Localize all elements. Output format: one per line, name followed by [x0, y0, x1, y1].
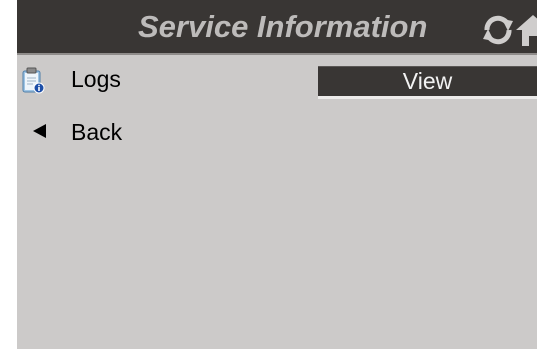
back-button[interactable]: Back: [17, 112, 217, 152]
back-arrow-icon: [32, 123, 48, 139]
home-icon[interactable]: [515, 12, 537, 48]
refresh-icon[interactable]: [480, 12, 516, 48]
header-bar: Service Information: [17, 0, 537, 55]
back-label: Back: [71, 119, 123, 145]
screen: Service Information Logs View Back: [0, 0, 537, 349]
view-logs-button[interactable]: View: [318, 66, 537, 99]
logs-row: Logs View: [17, 57, 537, 102]
logs-clipboard-icon: [21, 66, 45, 94]
logs-label: Logs: [71, 66, 121, 92]
page-title: Service Information: [138, 9, 428, 44]
service-information-panel: Service Information Logs View Back: [17, 0, 537, 349]
